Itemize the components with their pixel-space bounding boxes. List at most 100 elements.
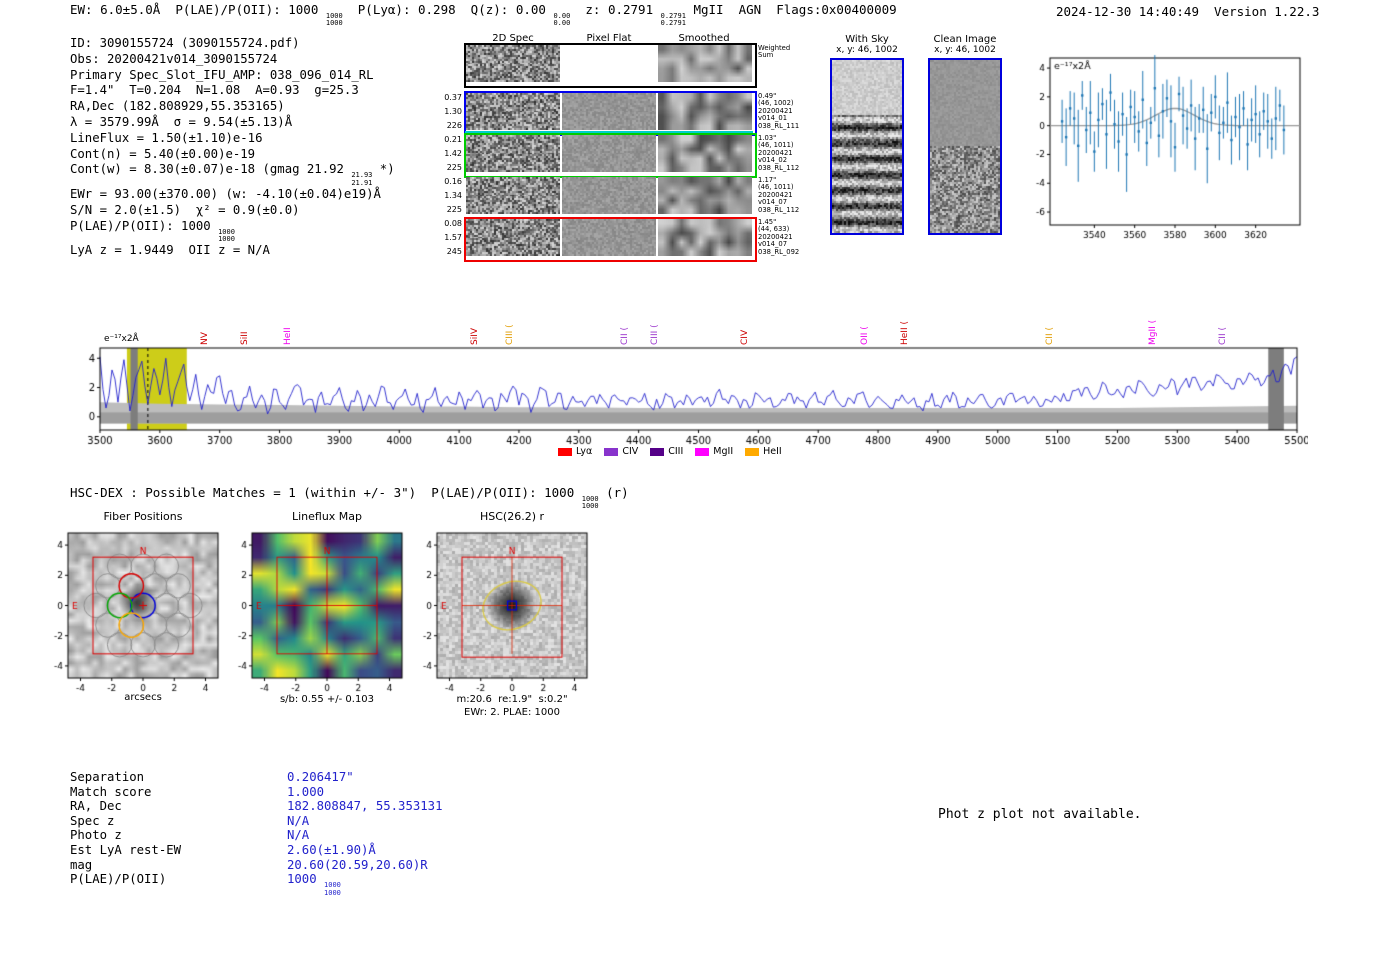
match-label: Match score: [70, 784, 152, 799]
with-sky-title: With Sky: [845, 34, 889, 45]
stacked-fraction: 1000 1000: [218, 227, 235, 243]
clean-image: [928, 58, 1002, 235]
match-table-row: Est LyA rest-EW 2.60(±1.90)Å: [70, 843, 442, 858]
spec2d-right-labels: 1.45" (44, 633) 20200421 v014_07 038_RL_092: [758, 218, 800, 256]
spec2d-image: [466, 45, 560, 82]
hsc-caption-2: EWr: 2. PLAE: 1000: [464, 707, 560, 718]
lineflux-caption: s/b: 0.55 +/- 0.103: [279, 694, 375, 705]
clean-image-title: Clean Image: [933, 34, 997, 45]
info-line: S/N = 2.0(±1.5) χ² = 0.9(±0.0): [70, 202, 300, 217]
fiber-positions-plot: [38, 525, 238, 697]
spec2d-row: 0.16 1.34 225 1.17" (46, 1011) 20200421 v014_0…: [440, 176, 870, 214]
hsc-caption-1: m:20.6 re:1.9" s:0.2": [456, 694, 568, 705]
elixer-report-page: EW: 6.0±5.0Å P(LAE)/P(OII): 1000 1000 100…: [0, 0, 1400, 953]
header-datetime-version: 2024-12-30 14:40:49 Version 1.22.3: [1056, 4, 1320, 19]
info-line: Primary Spec_Slot_IFU_AMP: 038_096_014_R…: [70, 67, 374, 82]
legend-swatch: [695, 447, 710, 456]
spec2d-image: [466, 135, 560, 172]
info-line: Obs: 20200421v014_3090155724: [70, 51, 278, 66]
spec2d-right-labels: Weighted Sum: [758, 44, 791, 60]
match-label: RA, Dec: [70, 799, 122, 814]
legend-label: MgII: [713, 446, 734, 457]
with-sky-coords: x, y: 46, 1002: [836, 45, 898, 55]
spec2d-row: Weighted Sum: [440, 43, 870, 88]
match-label: mag: [70, 857, 93, 872]
detection-info-block: ID: 3090155724 (3090155724.pdf) Obs: 2020…: [70, 36, 395, 259]
match-value: N/A: [287, 828, 310, 843]
with-sky-image: [830, 58, 904, 235]
spec2d-left-labels: 0.16 1.34 225: [444, 177, 462, 214]
match-value: 1.000: [287, 784, 325, 799]
legend-swatch: [604, 447, 619, 456]
fiber-xlabel: arcsecs: [124, 692, 162, 703]
legend-swatch: [650, 447, 665, 456]
stacked-fraction: 1000 1000: [324, 881, 341, 897]
match-value: 0.206417": [287, 770, 354, 784]
pixelflat-image: [562, 177, 656, 214]
spec2d-cutout-rows: Weighted Sum 0.37 1.30 226 0.49" (46, 1002) 202…: [440, 0, 870, 262]
clean-image-coords: x, y: 46, 1002: [934, 45, 996, 55]
hsc-image-plot: [407, 525, 607, 697]
legend-swatch: [558, 447, 572, 456]
hsc-cutout-title: HSC(26.2) r: [479, 510, 545, 523]
legend-swatch: [745, 447, 760, 456]
info-line: RA,Dec (182.808929,55.353165): [70, 99, 285, 114]
full-spectrum-plot: [78, 330, 1308, 465]
legend-label: HeII: [763, 446, 782, 457]
hsc-match-header: HSC-DEX : Possible Matches = 1 (within +…: [70, 485, 629, 511]
info-line: EWr = 93.00(±370.00) (w: -4.10(±0.04)e19…: [70, 187, 381, 202]
legend-item: CIII: [650, 446, 683, 457]
info-line: Cont(w) = 8.30(±0.07)e-18 (gmag 21.92 21…: [70, 162, 395, 187]
spec2d-left-labels: 0.08 1.57 245: [444, 219, 462, 256]
spec2d-right-labels: 1.03" (46, 1011) 20200421 v014_02 038_RL_112: [758, 134, 800, 172]
legend-label: CIII: [668, 446, 684, 457]
pixelflat-image: [562, 93, 656, 130]
legend-item: MgII: [695, 446, 733, 457]
match-value: 182.808847, 55.353131: [287, 799, 443, 814]
match-table-row: RA, Dec 182.808847, 55.353131: [70, 799, 442, 814]
info-line: Cont(n) = 5.40(±0.00)e-19: [70, 146, 256, 161]
match-value: 2.60(±1.90)Å: [287, 842, 376, 857]
match-table-row: Match score 1.000: [70, 785, 442, 800]
pixelflat-image: [562, 135, 656, 172]
legend-label: Lyα: [576, 446, 593, 457]
match-value: 1000 1000 1000: [287, 872, 341, 897]
info-line: ID: 3090155724 (3090155724.pdf): [70, 36, 300, 50]
stacked-fraction: 1000 1000: [325, 12, 343, 28]
match-label: Est LyA rest-EW: [70, 842, 182, 857]
spec2d-left-labels: 0.21 1.42 225: [444, 135, 462, 172]
info-line: F=1.4" T=0.204 N=1.08 A=0.93 g=25.3: [70, 83, 359, 98]
with-sky-panel: With Sky x, y: 46, 1002: [829, 34, 905, 235]
smoothed-image: [658, 219, 752, 256]
match-label: P(LAE)/P(OII): [70, 872, 167, 887]
legend-item: HeII: [745, 446, 782, 457]
lineflux-map-title: Lineflux Map: [291, 510, 363, 523]
match-value: N/A: [287, 813, 310, 828]
match-table-row: Spec z N/A: [70, 814, 442, 829]
match-label: Spec z: [70, 813, 115, 828]
pixelflat-image: [562, 45, 656, 82]
fiber-positions-title: Fiber Positions: [103, 510, 183, 523]
info-line: λ = 3579.99Å σ = 9.54(±5.13)Å: [70, 114, 293, 129]
info-line: LineFlux = 1.50(±1.10)e-16: [70, 130, 263, 145]
match-label: Photo z: [70, 828, 122, 843]
info-line: LyA z = 1.9449 OII z = N/A: [70, 243, 270, 258]
stacked-fraction: 21.93 21.91: [351, 171, 373, 187]
catalog-match-table: Separation 0.206417" Match score 1.000 RA, D…: [70, 770, 442, 896]
spec2d-image: [466, 177, 560, 214]
spec2d-row: 0.08 1.57 245 1.45" (44, 633) 20200421 v014_07…: [440, 217, 870, 262]
spectrum-legend: Lyα CIV CIII MgII HeII: [558, 446, 794, 459]
smoothed-image: [658, 93, 752, 130]
spec2d-left-labels: 0.37 1.30 226: [444, 93, 462, 130]
smoothed-image: [658, 177, 752, 214]
spec2d-image: [466, 93, 560, 130]
match-table-row: Separation 0.206417": [70, 770, 442, 785]
match-table-row: mag 20.60(20.59,20.60)R: [70, 858, 442, 873]
smoothed-image: [658, 135, 752, 172]
legend-label: CIV: [622, 446, 639, 457]
photz-note: Phot z plot not available.: [938, 807, 1142, 822]
spec2d-image: [466, 219, 560, 256]
spec2d-right-labels: 1.17" (46, 1011) 20200421 v014_07 038_RL_112: [758, 176, 800, 214]
line-fit-zoom-plot: [1010, 45, 1310, 245]
stacked-fraction: 1000 1000: [581, 495, 599, 511]
